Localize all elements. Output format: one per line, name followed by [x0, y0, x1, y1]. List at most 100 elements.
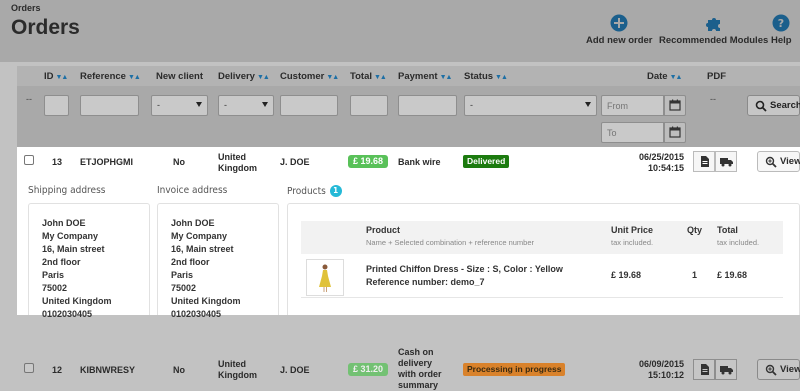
address-line: 16, Main street — [171, 244, 234, 254]
address-line: 75002 — [171, 283, 197, 293]
address-line: John DOE — [42, 218, 86, 228]
filter-delivery-select[interactable]: - — [218, 95, 274, 116]
col-payment[interactable]: Payment ▼▲ — [398, 71, 453, 82]
product-unit-price: £ 19.68 — [611, 270, 642, 280]
col-reference[interactable]: Reference ▼▲ — [80, 71, 141, 82]
order-date: 06/25/2015 10:54:15 — [638, 152, 684, 173]
chevron-down-icon — [585, 102, 591, 107]
filter-payment-input[interactable] — [398, 95, 457, 116]
select-value: - — [157, 100, 160, 110]
order-payment: Bank wire — [398, 157, 441, 167]
product-thumbnail[interactable] — [306, 259, 344, 296]
invoice-address-title: Invoice address — [157, 185, 228, 196]
help-label: Help — [771, 35, 792, 46]
invoice-pdf-button[interactable] — [693, 359, 715, 380]
col-status[interactable]: Status ▼▲ — [464, 71, 508, 82]
col-unit-price: Unit Price — [611, 225, 654, 235]
product-total: £ 19.68 — [717, 270, 748, 280]
filter-status-select[interactable]: - — [464, 95, 597, 116]
filter-pdf-dash: -- — [710, 94, 716, 104]
zoom-in-icon — [765, 364, 777, 376]
products-title: Products 1 — [287, 185, 342, 197]
table-row[interactable]: 13 ETJOPHGMI No United Kingdom J. DOE £ 1… — [17, 147, 800, 178]
calendar-from-button[interactable] — [664, 95, 686, 116]
view-order-button[interactable]: View — [757, 359, 800, 380]
help-button[interactable]: ? Help — [771, 14, 792, 46]
col-unit-price-sub: tax included. — [611, 238, 654, 247]
status-badge: Delivered — [463, 155, 510, 168]
chevron-down-icon — [196, 102, 202, 107]
address-line: 0102030405 — [171, 309, 222, 319]
view-label: View — [780, 364, 800, 375]
order-id: 12 — [52, 365, 63, 375]
col-id[interactable]: ID ▼▲ — [44, 71, 69, 82]
select-value: - — [224, 100, 227, 110]
filter-dash: -- — [26, 94, 32, 104]
sort-icon[interactable]: ▼▲ — [440, 74, 453, 81]
address-line: 16, Main street — [42, 244, 105, 254]
sort-icon[interactable]: ▼▲ — [670, 74, 683, 81]
filter-date-to-input[interactable] — [601, 122, 664, 143]
view-order-button[interactable]: View — [757, 151, 800, 172]
chevron-down-icon — [262, 102, 268, 107]
order-id: 13 — [52, 157, 63, 167]
address-line: My Company — [42, 231, 99, 241]
filter-id-input[interactable] — [44, 95, 69, 116]
col-date[interactable]: Date ▼▲ — [647, 71, 683, 82]
shipping-address-title: Shipping address — [28, 185, 106, 196]
sort-icon[interactable]: ▼▲ — [326, 74, 339, 81]
sort-icon[interactable]: ▼▲ — [128, 74, 141, 81]
page-header: Orders Orders Add new order Recommended … — [0, 0, 800, 62]
select-value: - — [470, 100, 473, 110]
breadcrumb[interactable]: Orders — [11, 3, 41, 13]
table-row[interactable]: 12 KIBNWRESY No United Kingdom J. DOE £ 3… — [17, 344, 800, 391]
order-new-client: No — [173, 157, 185, 167]
address-line: My Company — [171, 231, 228, 241]
sort-icon[interactable]: ▼▲ — [374, 74, 387, 81]
products-table-header: Product Name + Selected combination + re… — [301, 221, 783, 254]
row-checkbox[interactable] — [24, 155, 34, 165]
filter-total-input[interactable] — [350, 95, 388, 116]
sort-icon[interactable]: ▼▲ — [56, 74, 69, 81]
zoom-in-icon — [765, 156, 777, 168]
invoice-address-card: John DOE My Company 16, Main street 2nd … — [157, 203, 279, 319]
col-customer[interactable]: Customer ▼▲ — [280, 71, 339, 82]
row-checkbox[interactable] — [24, 363, 34, 373]
products-count-badge: 1 — [329, 185, 342, 197]
view-label: View — [780, 156, 800, 167]
puzzle-icon — [705, 18, 720, 31]
order-delivery: United Kingdom — [218, 152, 257, 173]
search-button[interactable]: Search — [747, 95, 800, 116]
order-details-panel: Shipping address Invoice address Product… — [17, 178, 800, 319]
col-new-client: New client — [156, 71, 203, 82]
filter-row: -- - - - -- Search — [17, 86, 800, 148]
order-reference: ETJOPHGMI — [80, 157, 134, 167]
sort-icon[interactable]: ▼▲ — [257, 74, 270, 81]
delivery-slip-button[interactable] — [715, 359, 737, 380]
dress-image-icon — [319, 264, 331, 292]
add-new-order-button[interactable]: Add new order — [586, 14, 653, 46]
file-icon — [701, 156, 709, 167]
col-product-sub: Name + Selected combination + reference … — [366, 238, 535, 247]
sort-icon[interactable]: ▼▲ — [495, 74, 508, 81]
truck-icon — [720, 366, 733, 375]
calendar-to-button[interactable] — [664, 122, 686, 143]
order-total-badge: £ 19.68 — [348, 155, 389, 168]
filter-date-from-input[interactable] — [601, 95, 664, 116]
products-panel: Product Name + Selected combination + re… — [287, 203, 800, 315]
svg-text:?: ? — [778, 17, 784, 30]
order-reference: KIBNWRESY — [80, 365, 136, 375]
filter-reference-input[interactable] — [80, 95, 139, 116]
col-delivery[interactable]: Delivery ▼▲ — [218, 71, 270, 82]
delivery-slip-button[interactable] — [715, 151, 737, 172]
col-total[interactable]: Total ▼▲ — [350, 71, 387, 82]
filter-new-client-select[interactable]: - — [151, 95, 208, 116]
address-line: United Kingdom — [42, 296, 112, 306]
recommended-modules-button[interactable]: Recommended Modules — [659, 14, 768, 46]
order-total-badge: £ 31.20 — [348, 363, 389, 376]
order-customer: J. DOE — [280, 365, 310, 375]
filter-customer-input[interactable] — [280, 95, 338, 116]
status-badge: Processing in progress — [463, 363, 566, 376]
invoice-pdf-button[interactable] — [693, 151, 715, 172]
col-pdf: PDF — [707, 71, 726, 82]
